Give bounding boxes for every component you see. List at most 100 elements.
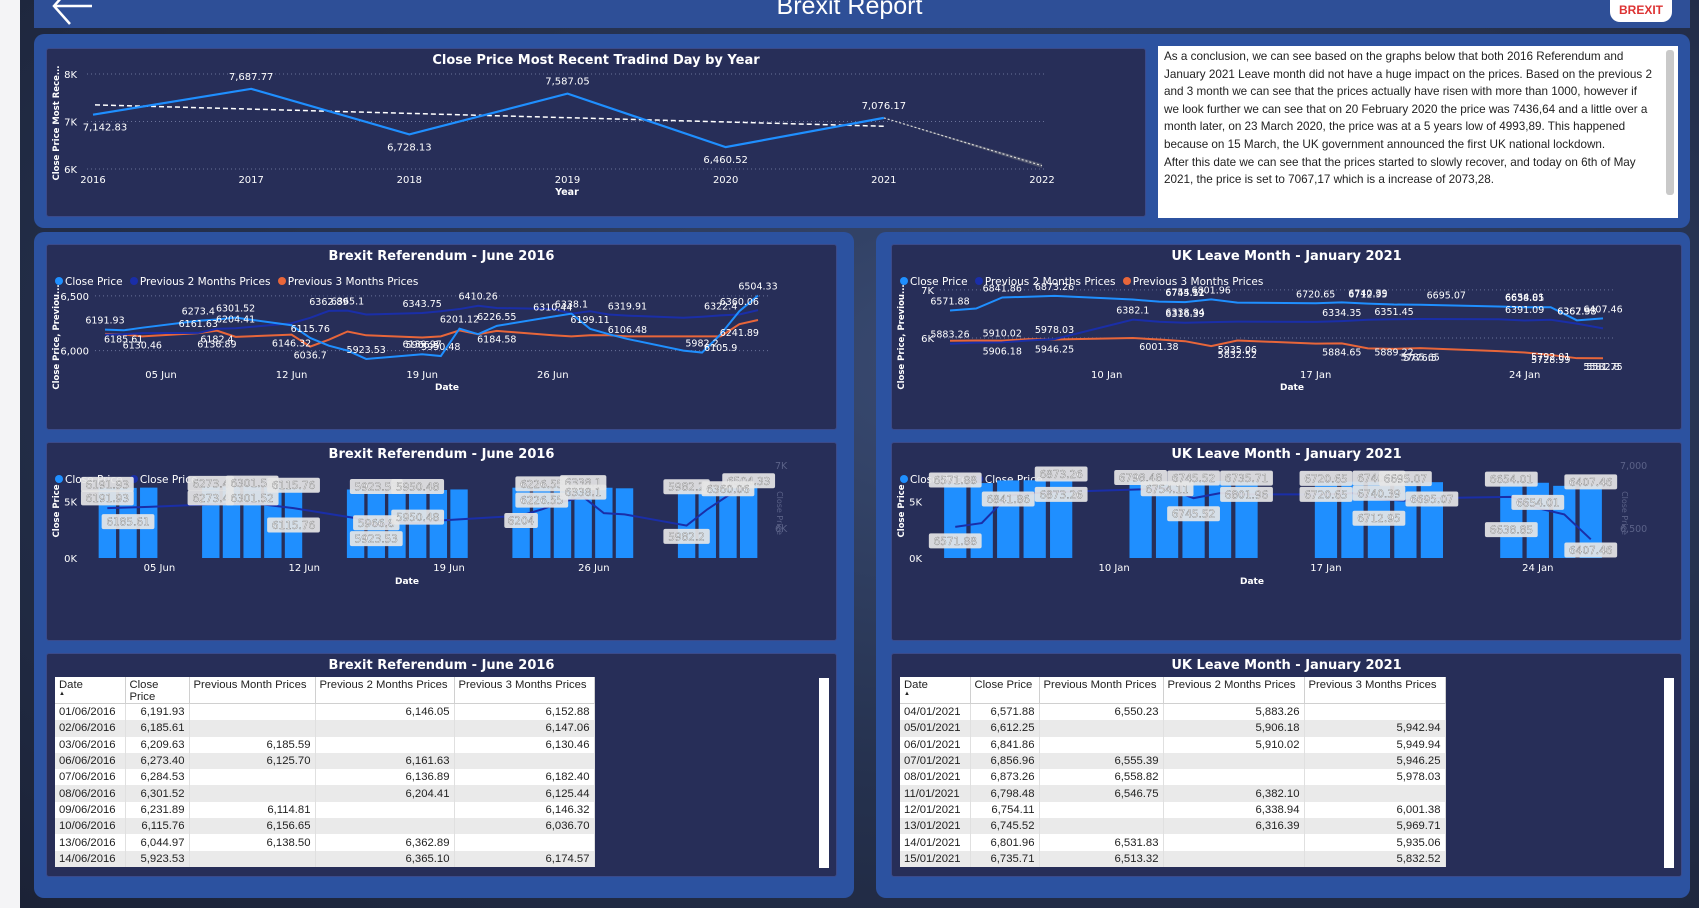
table-cell: 02/06/2016 [55, 720, 126, 737]
y-axis-title: Close Price, Previou... [52, 284, 62, 389]
data-label: 6720.65 [1296, 289, 1335, 300]
data-label: 5923.53 [355, 534, 398, 546]
data-label: 5728.99 [1531, 355, 1570, 366]
bar [698, 487, 716, 558]
table-cell: 06/06/2016 [55, 752, 126, 770]
x-tick-label: 2017 [238, 175, 263, 186]
data-label: 5581.75 [1583, 362, 1622, 373]
x-axis-title: Date [395, 577, 419, 587]
back-arrow-icon[interactable] [50, 0, 94, 26]
brexit-price-table: Date ▲ Close Price Previous Month Prices Pre… [55, 677, 595, 867]
data-label: 6146.32 [272, 339, 311, 350]
column-header[interactable]: Close Price [125, 677, 190, 704]
table-cell: 6,114.81 [189, 801, 316, 819]
table-cell: 6,185.59 [189, 736, 316, 753]
x-tick-label: 19 Jun [406, 370, 438, 381]
data-label: 6301.52 [230, 493, 273, 505]
table-cell [189, 785, 316, 802]
table-cell: 6,001.38 [1304, 801, 1446, 819]
table-cell: 6,036.70 [454, 818, 595, 835]
y-tick-label: 8K [64, 70, 77, 81]
table-row: 11/01/2021 6,798.48 6,546.75 6,382.10 [900, 785, 1446, 802]
y2-tick-label: 7K [775, 461, 788, 472]
table-cell: 04/01/2021 [900, 703, 971, 721]
uk-table-panel: UK Leave Month - January 2021 Date ▲ Close… [891, 653, 1682, 877]
data-label: 6105.9 [704, 343, 737, 354]
uk-table-title: UK Leave Month - January 2021 [1171, 658, 1402, 673]
table-cell: 5,978.03 [1304, 769, 1446, 786]
table-cell: 6,146.05 [315, 703, 455, 721]
data-label: 6322.4 [704, 301, 737, 312]
table-cell: 6,301.52 [125, 785, 190, 802]
data-label: 6199.11 [570, 315, 609, 326]
conclusion-paragraph-1: As a conclusion, we can see based on the… [1164, 50, 1652, 151]
x-tick-label: 19 Jun [433, 563, 465, 574]
table-cell: 6,273.40 [125, 752, 190, 770]
table-cell [1163, 834, 1305, 851]
table-cell: 6,513.32 [1039, 850, 1164, 867]
y2-axis-title: Close Price [1620, 491, 1629, 535]
column-header[interactable]: Date ▲ [55, 677, 126, 704]
data-label: 5982.2 [668, 482, 705, 494]
data-label: 6204.41 [216, 314, 255, 325]
column-header[interactable]: Previous 2 Months Prices [315, 677, 455, 704]
data-label: 7,687.77 [229, 72, 274, 83]
data-label: 5950.48 [396, 482, 439, 494]
series-close-line [92, 87, 885, 149]
table-cell [315, 736, 455, 753]
brexit-bar-chart: Brexit Referendum - June 2016 Close Pric… [46, 442, 837, 641]
column-header[interactable]: Close Price [970, 677, 1040, 704]
table-cell [189, 703, 316, 721]
table-cell: 5,942.94 [1304, 720, 1446, 737]
data-label: 6654.01 [1516, 497, 1559, 509]
table-cell: 6,156.65 [189, 818, 316, 835]
table-row: 05/01/2021 6,612.25 5,906.18 5,942.94 [900, 720, 1446, 737]
column-header[interactable]: Date ▲ [900, 677, 971, 704]
data-label: 5883.26 [930, 330, 969, 341]
uk-table-scrollbar[interactable] [1664, 678, 1674, 868]
table-cell [1163, 850, 1305, 867]
bar [450, 489, 468, 558]
table-cell: 08/01/2021 [900, 769, 971, 786]
data-label: 6571.88 [934, 475, 977, 487]
table-cell: 6,531.83 [1039, 834, 1164, 851]
table-cell: 6,316.39 [1163, 818, 1305, 835]
y-tick-label: 5K [909, 497, 922, 508]
column-header[interactable]: Previous 2 Months Prices [1163, 677, 1305, 704]
table-cell: 13/01/2021 [900, 818, 971, 835]
table-cell: 6,191.93 [125, 703, 190, 721]
table-cell: 6,365.10 [315, 850, 455, 867]
table-cell: 6,182.40 [454, 769, 595, 786]
table-cell: 15/01/2021 [900, 850, 971, 867]
data-label: 6407.46 [1569, 545, 1613, 557]
data-label: 6695.07 [1384, 474, 1427, 486]
x-tick-label: 10 Jan [1091, 370, 1122, 381]
data-label: 6204 [508, 516, 535, 528]
column-header[interactable]: Previous 3 Months Prices [1304, 677, 1446, 704]
uk-bar-svg: 0K5K6,5007,000Close PriceClose Price10 J… [897, 461, 1647, 587]
table-cell: 6,382.10 [1163, 785, 1305, 802]
data-label: 6001.38 [1139, 342, 1178, 353]
table-cell [1039, 736, 1164, 753]
x-tick-label: 24 Jan [1509, 370, 1540, 381]
table-cell: 6,735.71 [970, 850, 1040, 867]
table-cell: 6,546.75 [1039, 785, 1164, 802]
column-header[interactable]: Previous Month Prices [189, 677, 316, 704]
table-cell [1163, 752, 1305, 770]
column-header[interactable]: Previous 3 Months Prices [454, 677, 595, 704]
table-cell: 08/06/2016 [55, 785, 126, 802]
column-header[interactable]: Previous Month Prices [1039, 677, 1164, 704]
table-cell: 6,558.82 [1039, 769, 1164, 786]
data-label: 6407.46 [1569, 477, 1613, 489]
conclusion-scrollbar[interactable] [1666, 50, 1674, 195]
data-label: 6184.58 [477, 334, 516, 345]
brexit-line-chart: Brexit Referendum - June 2016 Close Pric… [46, 244, 837, 430]
table-row: 14/06/2016 5,923.53 6,365.10 6,174.57 [55, 850, 595, 867]
table-cell: 6,136.89 [315, 769, 455, 786]
table-cell [1163, 769, 1305, 786]
table-cell: 6,856.96 [970, 752, 1040, 770]
brexit-table-scrollbar[interactable] [819, 678, 829, 868]
table-cell: 6,138.50 [189, 834, 316, 851]
data-label: 6338.1 [565, 487, 602, 499]
data-label: 5978.03 [1035, 325, 1074, 336]
